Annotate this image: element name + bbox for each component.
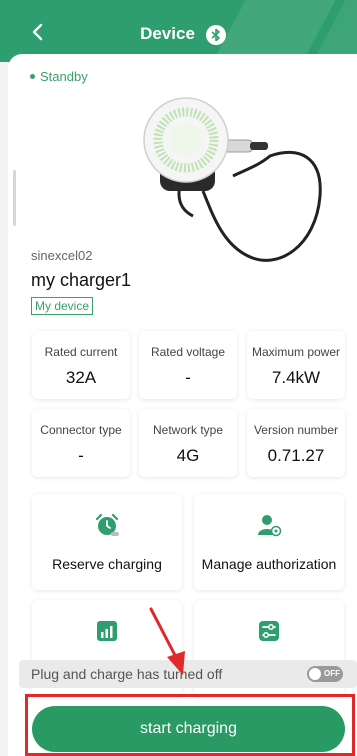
spec-value: 0.71.27	[267, 446, 325, 465]
spec-connector-type: Connector type -	[32, 409, 130, 477]
spec-value: -	[78, 446, 84, 465]
chart-icon	[97, 621, 117, 641]
spec-value: 32A	[65, 368, 97, 387]
charger-image	[143, 97, 322, 262]
spec-version-number: Version number 0.71.27	[247, 409, 345, 477]
device-name: my charger1	[31, 270, 132, 290]
spec-label: Version number	[253, 423, 339, 437]
spec-value: 7.4kW	[271, 368, 321, 387]
status-dot-icon	[30, 74, 35, 79]
device-tag: My device	[31, 297, 94, 315]
notice-text: Plug and charge has turned off	[31, 666, 223, 682]
spec-network-type: Network type 4G	[139, 409, 237, 477]
spec-label: Rated voltage	[150, 345, 226, 359]
bluetooth-icon	[206, 25, 226, 45]
spec-label: Rated current	[44, 345, 118, 359]
plug-and-charge-toggle[interactable]: OFF	[307, 666, 343, 682]
spec-value: -	[185, 368, 191, 387]
user-settings-icon	[258, 515, 282, 537]
reserve-charging-button[interactable]: Reserve charging	[32, 494, 182, 590]
status-text: Standby	[40, 69, 88, 84]
spec-label: Maximum power	[251, 345, 341, 359]
alarm-clock-icon	[95, 513, 119, 536]
spec-rated-voltage: Rated voltage -	[139, 331, 237, 399]
sliders-icon	[259, 621, 279, 641]
action-label: Reserve charging	[52, 556, 162, 572]
spec-rated-current: Rated current 32A	[32, 331, 130, 399]
start-charging-button[interactable]: start charging	[32, 706, 345, 752]
toggle-knob	[309, 668, 321, 680]
page-title: Device	[140, 24, 195, 43]
toggle-state-text: OFF	[324, 669, 340, 678]
status-badge: Standby	[30, 69, 88, 84]
spec-maximum-power: Maximum power 7.4kW	[247, 331, 345, 399]
spec-label: Network type	[152, 423, 224, 437]
manage-authorization-button[interactable]: Manage authorization	[194, 494, 344, 590]
scroll-indicator[interactable]	[13, 170, 16, 226]
device-model: sinexcel02	[31, 248, 93, 263]
spec-value: 4G	[176, 446, 200, 465]
header-bar: Device	[0, 0, 357, 62]
action-label: Manage authorization	[201, 556, 337, 572]
spec-label: Connector type	[40, 423, 122, 437]
